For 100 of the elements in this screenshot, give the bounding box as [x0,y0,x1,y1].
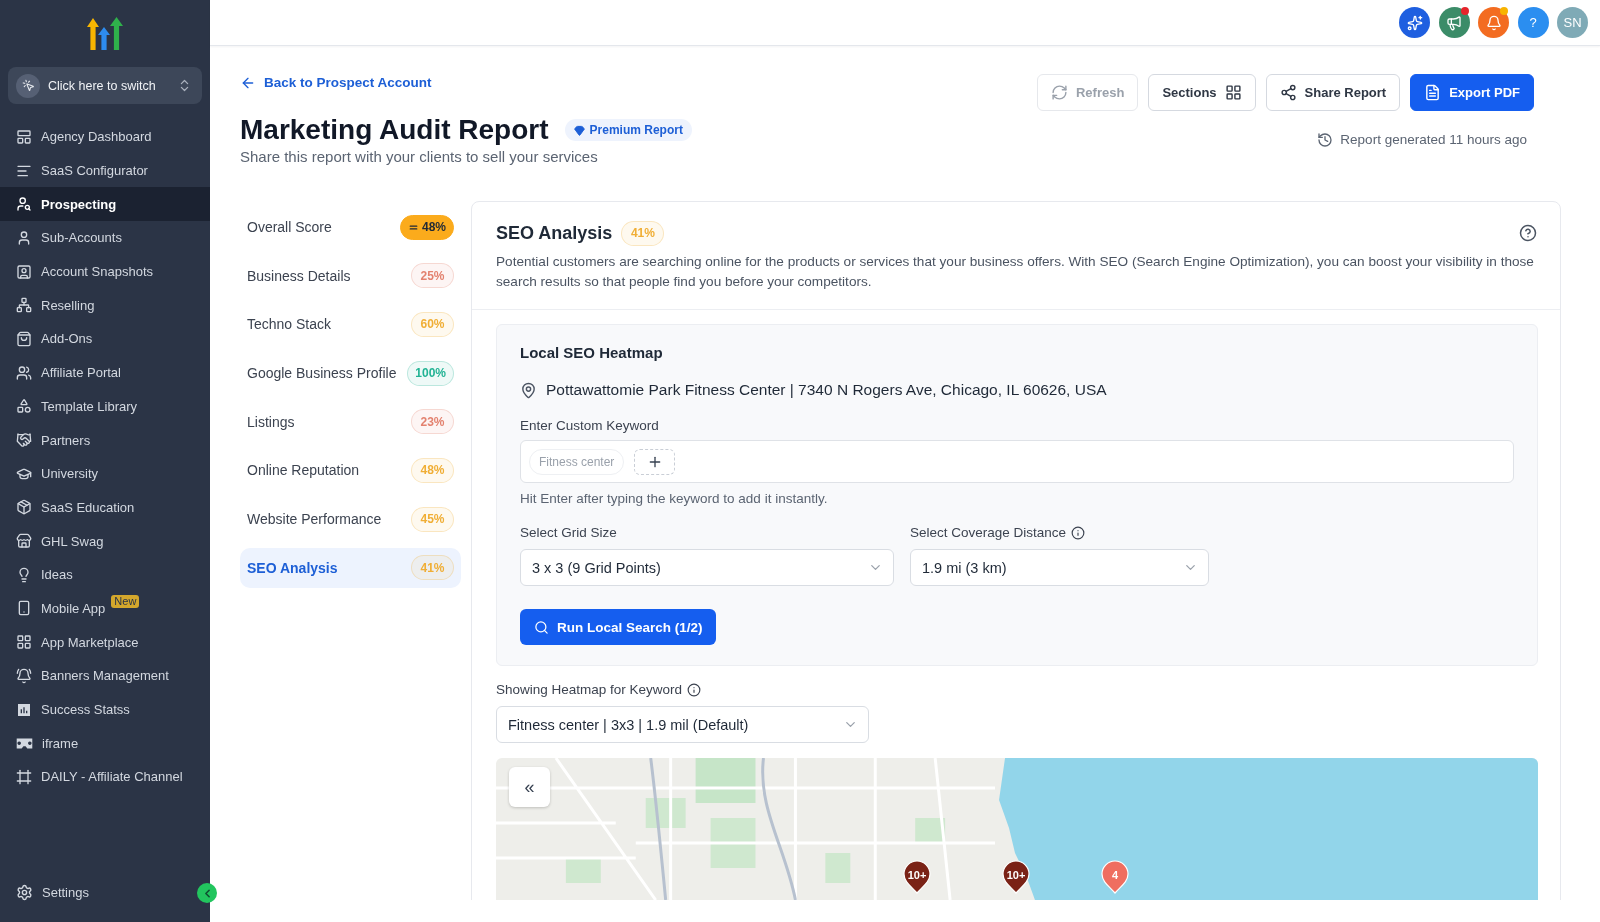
document-icon [1424,84,1442,101]
sidebar-item[interactable]: SaaS Education [0,490,210,525]
score-badge: 100% [407,360,454,386]
bell-icon [16,667,32,684]
map-pin[interactable]: 10+ [1002,860,1030,894]
score-badge: 23% [411,409,454,435]
map-pin-icon [520,381,537,399]
switcher-label: Click here to switch [48,78,157,93]
refresh-icon [1050,84,1068,101]
user-icon [16,229,32,246]
score-badge: 60% [411,311,454,337]
settings-icon [16,883,33,901]
handshake-icon [16,432,32,449]
help-icon[interactable] [1519,224,1537,242]
sidebar-item[interactable]: Success Statss [0,692,210,727]
section-nav-item[interactable]: Listings 23% [240,401,461,442]
section-nav-item[interactable]: Overall Score 48% [240,207,461,247]
users-icon [16,364,32,381]
sidebar-item[interactable]: Banners Management [0,659,210,693]
add-keyword-button[interactable] [634,448,676,475]
user-search-icon [16,196,32,213]
sidebar-item[interactable]: Sub-Accounts [0,221,210,255]
sidebar-item[interactable]: App Marketplace [0,625,210,659]
section-nav-item[interactable]: Online Reputation 48% [240,450,461,491]
sidebar-item[interactable]: Prospecting [0,187,210,222]
account-switcher[interactable]: Click here to switch [8,67,202,104]
sidebar-item[interactable]: GHL Swag [0,524,210,558]
card-description: Potential customers are searching online for the products or services that your business offers. With SEO (Search Engine Optimization), you can boost your visibility in those search results so that people find you before your competitors. [496,253,1535,291]
bar-chart-icon [16,701,32,718]
sidebar-item[interactable]: Agency Dashboard [0,120,210,154]
score-badge: 48% [411,457,454,483]
search-icon [534,619,549,635]
section-nav-item[interactable]: SEO Analysis 41% [240,547,461,588]
bell-icon [1485,14,1502,31]
share-button[interactable]: Share Report [1265,74,1401,111]
field-hint: Hit Enter after typing the keyword to add it instantly. [520,490,829,508]
run-search-button[interactable]: Run Local Search (1/2) [520,609,716,645]
section-nav-item[interactable]: Business Details 25% [240,255,461,296]
gem-icon [573,124,585,136]
sparkles-button[interactable] [1399,7,1430,38]
sidebar-item[interactable]: Mobile App New [0,591,210,626]
sidebar-item[interactable]: Reselling [0,288,210,323]
sidebar-item[interactable]: Account Snapshots [0,254,210,289]
score-badge: 45% [411,506,454,532]
sidebar-item[interactable]: Template Library [0,389,210,424]
logo-arrows-icon [87,16,123,52]
sidebar-item[interactable]: Ideas [0,557,210,592]
field-label: Select Coverage Distance [910,524,1067,542]
sidebar-item[interactable]: Partners [0,423,210,457]
section-nav-item[interactable]: Website Performance 45% [240,499,461,540]
page-subtitle: Share this report with your clients to sell your services [240,147,598,167]
store-icon [16,533,32,550]
section-nav-item[interactable]: Google Business Profile 100% [240,353,461,394]
page-title: Marketing Audit Report [240,113,549,147]
info-icon [687,683,702,697]
heatmap-keyword-select[interactable]: Fitness center | 3x3 | 1.9 mil (Default) [496,706,869,743]
pointer-click-icon [16,73,40,98]
goggles-icon [16,737,33,749]
sidebar-item[interactable]: SaaS Configurator [0,153,210,188]
notifications-button[interactable] [1478,7,1509,38]
sidebar-item[interactable]: Affiliate Portal [0,355,210,390]
map-pin[interactable]: 10+ [903,860,931,894]
field-label: Showing Heatmap for Keyword [496,681,683,699]
score-badge: 25% [411,263,454,289]
shapes-icon [16,398,32,415]
sparkles-icon [1406,14,1423,31]
smartphone-icon [16,600,32,617]
sections-button[interactable]: Sections [1148,74,1256,111]
info-icon [1071,526,1086,540]
coverage-distance-select[interactable]: 1.9 mi (3 km) [910,549,1209,586]
settings-item[interactable]: Settings [0,875,99,909]
new-badge: New [111,594,140,608]
score-badge: 48% [399,214,454,240]
field-label: Select Grid Size [520,524,617,542]
field-label: Enter Custom Keyword [520,417,659,435]
sidebar-item[interactable]: DAILY - Affiliate Channel [0,760,210,794]
card-title: SEO Analysis [496,222,613,244]
network-icon [16,297,32,314]
sidebar-item[interactable]: University [0,456,210,491]
megaphone-button[interactable] [1438,7,1470,38]
section-nav-item[interactable]: Techno Stack 60% [240,304,461,345]
collapse-map-panel-button[interactable]: « [509,767,550,807]
back-link[interactable]: Back to Prospect Account [240,74,432,92]
grid-size-select[interactable]: 3 x 3 (9 Grid Points) [520,549,894,586]
history-icon [1317,132,1334,148]
score-badge: 41% [621,220,665,246]
collapse-sidebar-button[interactable] [197,883,217,903]
lightbulb-icon [16,566,32,583]
bag-icon [16,330,32,347]
package-icon [16,499,32,516]
panel-title: Local SEO Heatmap [520,343,664,363]
sidebar-item[interactable]: iframe [0,726,210,761]
sidebar-item[interactable]: Add-Ons [0,322,210,356]
grid-icon [16,634,32,651]
frame-icon [16,768,32,785]
premium-badge: Premium Report [564,119,692,141]
business-address: Pottawattomie Park Fitness Center | 7340 N Rogers Ave, Chicago, IL 60626, USA [546,381,1107,399]
report-status: Report generated 11 hours ago [1340,131,1527,149]
user-square-icon [16,263,32,280]
export-button[interactable]: Export PDF [1410,74,1534,111]
